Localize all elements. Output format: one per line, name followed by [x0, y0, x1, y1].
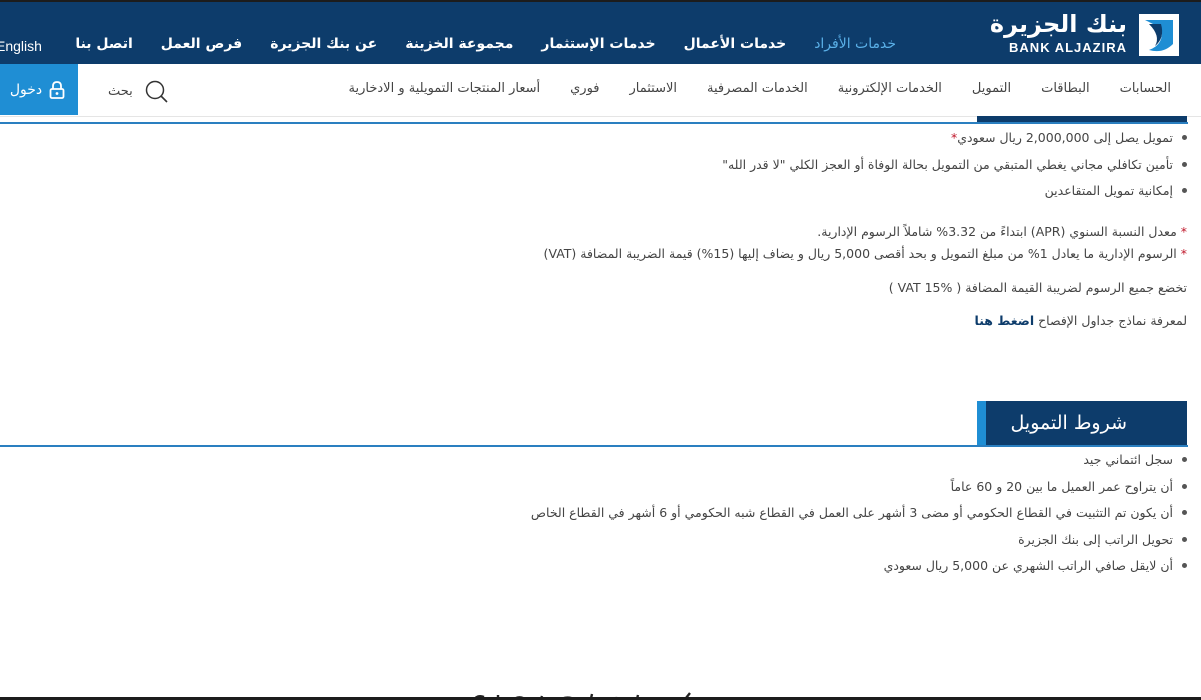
asterisk-mark: *	[1180, 245, 1187, 261]
terms-heading: شروط التمويل	[1010, 412, 1127, 434]
terms-section-header: شروط التمويل	[977, 401, 1187, 446]
subnav-banking-services[interactable]: الخدمات المصرفية	[707, 81, 808, 96]
sub-navigation: الحسابات البطاقات التمويل الخدمات الإلكت…	[349, 81, 1171, 96]
list-item: تمويل يصل إلى 2,000,000 ريال سعودي*	[12, 128, 1187, 155]
subnav-product-rates[interactable]: أسعار المنتجات التمويلية و الادخارية	[349, 81, 541, 96]
nav-about-bank[interactable]: عن بنك الجزيرة	[270, 36, 377, 52]
features-list: تمويل يصل إلى 2,000,000 ريال سعودي* تأمي…	[12, 128, 1187, 208]
subnav-e-services[interactable]: الخدمات الإلكترونية	[838, 81, 942, 96]
nav-treasury-group[interactable]: مجموعة الخزينة	[405, 36, 513, 52]
features-section: تمويل يصل إلى 2,000,000 ريال سعودي* تأمي…	[12, 128, 1187, 328]
search-control[interactable]: بحث	[108, 78, 169, 104]
subnav-fawri[interactable]: فوري	[570, 81, 599, 96]
main-navigation: خدمات الأفراد خدمات الأعمال خدمات الإستث…	[75, 36, 896, 52]
secondary-header: دخول بحث الحسابات البطاقات التمويل الخدم…	[0, 64, 1201, 117]
list-item: أن يتراوح عمر العميل ما بين 20 و 60 عاما…	[12, 477, 1187, 504]
subnav-investment[interactable]: الاستثمار	[630, 81, 678, 96]
list-item: أن لايقل صافي الراتب الشهري عن 5,000 ريا…	[12, 556, 1187, 583]
section-divider	[0, 445, 1188, 447]
subnav-cards[interactable]: البطاقات	[1041, 81, 1090, 96]
subnav-financing[interactable]: التمويل	[972, 81, 1011, 96]
login-button[interactable]: دخول	[0, 64, 78, 115]
nav-business-services[interactable]: خدمات الأعمال	[684, 36, 787, 52]
nav-investment-services[interactable]: خدمات الإستثمار	[541, 36, 655, 52]
list-item: إمكانية تمويل المتقاعدين	[12, 181, 1187, 208]
logo-english-text: BANK ALJAZIRA	[1009, 40, 1127, 55]
list-item: أن يكون تم التثبيت في القطاع الحكومي أو …	[12, 503, 1187, 530]
apr-note: * معدل النسبة السنوي (APR) ابتداءً من 3.…	[817, 223, 1187, 239]
header-accent-bar	[977, 401, 986, 446]
search-label: بحث	[108, 83, 133, 99]
admin-fee-note: * الرسوم الإدارية ما يعادل 1% من مبلغ ال…	[543, 245, 1187, 261]
section-divider	[0, 122, 1188, 124]
bank-logo-mark-icon	[1139, 14, 1179, 56]
disclosure-line: لمعرفة نماذج جداول الإفصاح اضغط هنا	[974, 312, 1187, 328]
nav-individual-services[interactable]: خدمات الأفراد	[814, 36, 896, 52]
terms-section: سجل ائتماني جيد أن يتراوح عمر العميل ما …	[12, 450, 1187, 583]
nav-contact-us[interactable]: اتصل بنا	[75, 36, 132, 52]
terms-list: سجل ائتماني جيد أن يتراوح عمر العميل ما …	[12, 450, 1187, 583]
language-switch-link[interactable]: English	[0, 38, 42, 54]
list-item: تحويل الراتب إلى بنك الجزيرة	[12, 530, 1187, 557]
logo-arabic-text: بنك الجزيرة	[989, 10, 1127, 38]
nav-careers[interactable]: فرص العمل	[161, 36, 242, 52]
lock-icon	[49, 80, 65, 99]
list-item: تأمين تكافلي مجاني يغطي المتبقي من التمو…	[12, 155, 1187, 182]
asterisk-mark: *	[1180, 223, 1187, 239]
search-icon	[145, 80, 168, 103]
login-label: دخول	[9, 81, 43, 98]
disclosure-click-here-link[interactable]: اضغط هنا	[975, 313, 1035, 328]
bank-logo[interactable]: بنك الجزيرة BANK ALJAZIRA	[990, 10, 1179, 60]
vat-note: تخضع جميع الرسوم لضريبة القيمة المضافة (…	[888, 279, 1187, 295]
top-header: بنك الجزيرة BANK ALJAZIRA خدمات الأفراد …	[0, 0, 1201, 64]
list-item: سجل ائتماني جيد	[12, 450, 1187, 477]
subnav-accounts[interactable]: الحسابات	[1120, 81, 1171, 96]
